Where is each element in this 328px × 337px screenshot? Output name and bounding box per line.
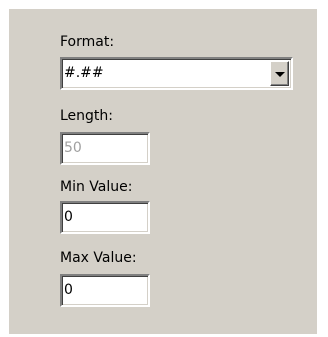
min-value-value: 0 — [64, 209, 73, 225]
format-label: Format: — [60, 34, 115, 50]
min-value-input[interactable]: 0 — [60, 201, 150, 234]
max-value-input[interactable]: 0 — [60, 274, 150, 307]
chevron-down-icon — [275, 72, 285, 77]
length-value: 50 — [64, 140, 82, 156]
max-value-value: 0 — [64, 282, 73, 298]
min-value-label: Min Value: — [60, 179, 133, 195]
length-input: 50 — [60, 132, 150, 165]
format-value: #.## — [64, 65, 104, 81]
length-label: Length: — [60, 108, 114, 124]
format-dropdown-button[interactable] — [270, 61, 289, 86]
max-value-label: Max Value: — [60, 250, 137, 266]
format-dropdown[interactable]: #.## — [60, 57, 293, 90]
